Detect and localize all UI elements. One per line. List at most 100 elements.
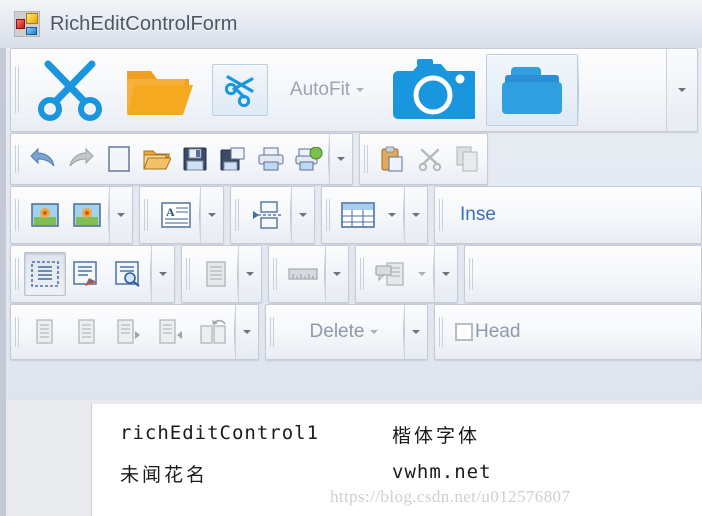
- open-folder-large-button[interactable]: [116, 54, 202, 126]
- chevron-down-icon: [370, 330, 379, 334]
- autofit-button[interactable]: AutoFit: [268, 54, 380, 126]
- print-button[interactable]: [252, 139, 290, 179]
- table-overflow-button[interactable]: [404, 187, 427, 243]
- toolbar-grip[interactable]: [360, 134, 373, 184]
- toolbar-row-4: [6, 245, 702, 303]
- illustrations-group: [10, 186, 133, 244]
- gray-document-icon: [34, 319, 56, 345]
- page-next-button[interactable]: [108, 311, 150, 353]
- document-view-overflow-button[interactable]: [238, 246, 261, 302]
- view-group: [10, 245, 175, 303]
- page-navigation-overflow-button[interactable]: [235, 305, 258, 359]
- toolbar-grip[interactable]: [231, 187, 244, 243]
- ruler-overflow-button[interactable]: [325, 246, 348, 302]
- insert-table-dropdown[interactable]: [381, 193, 403, 237]
- insert-picture-button[interactable]: [24, 193, 66, 237]
- toolbar-grip[interactable]: [266, 305, 279, 359]
- cut-small-button[interactable]: [212, 64, 268, 116]
- svg-text:A: A: [166, 205, 175, 219]
- folder-blue-button[interactable]: [486, 54, 578, 126]
- page-title: RichEditControlForm: [50, 12, 238, 35]
- draft-pencil-icon: [73, 261, 101, 287]
- page-prev-button[interactable]: [66, 311, 108, 353]
- document-view-group: [181, 245, 262, 303]
- insert-page-break-button[interactable]: [244, 193, 290, 237]
- illustrations-overflow-button[interactable]: [109, 187, 132, 243]
- paste-button[interactable]: [373, 139, 411, 179]
- toolbar-grip[interactable]: [11, 49, 24, 131]
- table-group: [321, 186, 428, 244]
- open-document-button[interactable]: [138, 139, 176, 179]
- ruler-icon: [288, 265, 318, 283]
- copy-pages-icon: [456, 146, 480, 172]
- chevron-down-icon[interactable]: [356, 88, 365, 92]
- delete-button[interactable]: Delete: [279, 311, 403, 353]
- toolbar-grip[interactable]: [465, 246, 478, 302]
- show-ruler-button[interactable]: [282, 252, 324, 296]
- clipboard-paste-icon: [380, 146, 404, 172]
- gray-document-right-icon: [116, 319, 142, 345]
- delete-overflow-button[interactable]: [404, 305, 427, 359]
- textbox-overflow-button[interactable]: [200, 187, 223, 243]
- new-document-icon: [108, 146, 130, 172]
- toolbar-grip[interactable]: [140, 187, 153, 243]
- draft-view-button[interactable]: [66, 252, 108, 296]
- toolbar-grip[interactable]: [11, 305, 24, 359]
- toolbar-row-5: Delete Head: [6, 304, 702, 360]
- new-document-button[interactable]: [100, 139, 138, 179]
- page-break-overflow-button[interactable]: [291, 187, 314, 243]
- table-grid-icon: [341, 202, 375, 228]
- scissors-small-icon: [222, 73, 258, 107]
- insert-picture-floating-button[interactable]: [66, 193, 108, 237]
- chevron-down-icon: [159, 272, 167, 276]
- watermark: https://blog.csdn.net/u012576807: [330, 487, 571, 506]
- toolbar-grip[interactable]: [322, 187, 335, 243]
- redo-arrow-icon: [68, 148, 94, 170]
- cut-button[interactable]: [411, 139, 449, 179]
- camera-button[interactable]: [380, 54, 486, 126]
- simple-view-button[interactable]: [195, 252, 237, 296]
- gray-documents-undo-icon: [199, 319, 227, 345]
- toolbar-grip[interactable]: [435, 305, 448, 359]
- toolbar-grip[interactable]: [11, 134, 24, 184]
- delete-label: Delete: [309, 321, 365, 342]
- page-first-button[interactable]: [24, 311, 66, 353]
- toolbar-row2-overflow-button[interactable]: [329, 134, 352, 184]
- show-comments-button[interactable]: [369, 252, 411, 296]
- toolbar-row-2: [6, 133, 702, 185]
- print-preview-view-button[interactable]: [108, 252, 150, 296]
- print-layout-view-button[interactable]: [24, 252, 66, 296]
- chevron-down-icon: [678, 88, 686, 92]
- toolbar-grip[interactable]: [269, 246, 282, 302]
- page-last-button[interactable]: [150, 311, 192, 353]
- toolbar-grip[interactable]: [182, 246, 195, 302]
- header-checkbox-label: Head: [475, 321, 521, 342]
- insert-table-button[interactable]: [335, 193, 381, 237]
- print-preview-button[interactable]: [290, 139, 328, 179]
- document-line-1-right: 楷体字体: [392, 425, 481, 447]
- toolbar-grip[interactable]: [435, 187, 448, 243]
- chevron-down-icon: [412, 330, 420, 334]
- page-restore-button[interactable]: [192, 311, 234, 353]
- chevron-down-icon: [246, 272, 254, 276]
- copy-button[interactable]: [449, 139, 487, 179]
- undo-button[interactable]: [24, 139, 62, 179]
- comments-overflow-button[interactable]: [434, 246, 457, 302]
- toolbar-grip[interactable]: [11, 246, 24, 302]
- toolbar-row1-overflow-button[interactable]: [666, 49, 697, 131]
- cut-large-button[interactable]: [24, 54, 116, 126]
- header-checkbox[interactable]: Head: [448, 311, 533, 353]
- insert-textbox-button[interactable]: A: [153, 193, 199, 237]
- save-as-button[interactable]: [214, 139, 252, 179]
- application-window: RichEditControlForm AutoFit A Inse Delet…: [0, 0, 702, 516]
- view-overflow-button[interactable]: [151, 246, 174, 302]
- document-line-1-left: richEditControl1: [120, 422, 320, 444]
- page-break-icon: [251, 201, 283, 229]
- toolbar-grip[interactable]: [356, 246, 369, 302]
- page-navigation-group: [10, 304, 259, 360]
- autofit-label: AutoFit: [289, 79, 351, 100]
- toolbar-grip[interactable]: [11, 187, 24, 243]
- redo-button[interactable]: [62, 139, 100, 179]
- save-button[interactable]: [176, 139, 214, 179]
- show-comments-dropdown[interactable]: [411, 252, 433, 296]
